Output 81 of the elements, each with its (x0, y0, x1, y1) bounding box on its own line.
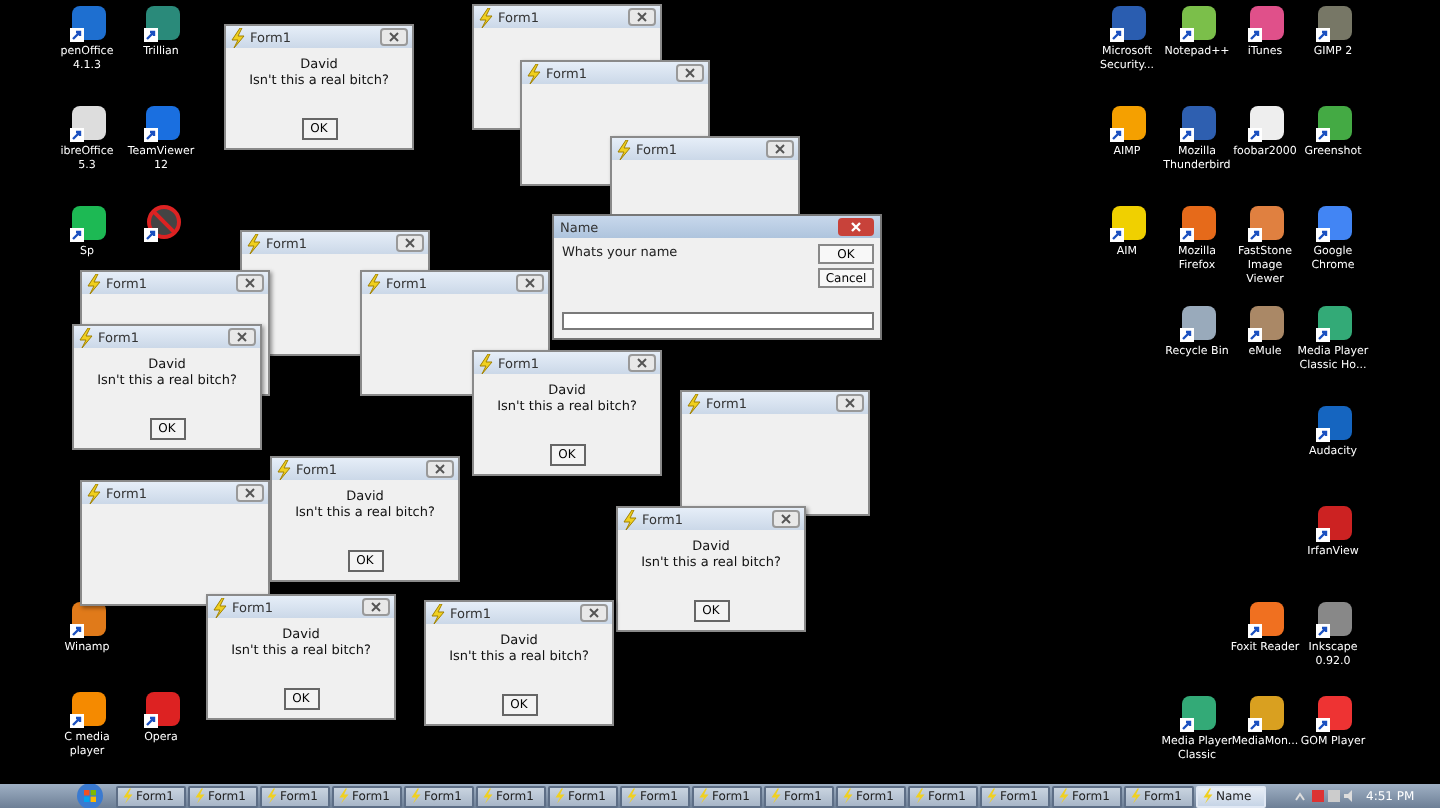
lightning-icon (410, 788, 422, 804)
tray-icons[interactable] (1294, 788, 1354, 804)
close-icon[interactable] (236, 274, 264, 292)
close-icon[interactable] (772, 510, 800, 528)
close-icon[interactable] (236, 484, 264, 502)
close-icon[interactable] (396, 234, 424, 252)
lightning-icon (616, 139, 632, 159)
shortcut-icon[interactable] (1107, 104, 1147, 144)
lightning-icon (86, 273, 102, 293)
close-icon[interactable] (838, 218, 874, 236)
lightning-icon (478, 7, 494, 27)
shortcut-icon[interactable] (1313, 504, 1353, 544)
shortcut-icon[interactable] (1245, 4, 1285, 44)
lightning-icon (78, 327, 94, 347)
lightning-icon (1130, 788, 1142, 804)
close-icon[interactable] (580, 604, 608, 622)
lightning-icon (554, 788, 566, 804)
lightning-icon (86, 483, 102, 503)
shortcut-icon[interactable] (141, 4, 181, 44)
shortcut-icon[interactable] (1107, 204, 1147, 244)
lightning-icon (1202, 788, 1214, 804)
shortcut-icon[interactable] (67, 204, 107, 244)
shortcut-icon[interactable] (1107, 4, 1147, 44)
close-icon[interactable] (766, 140, 794, 158)
lightning-icon (770, 788, 782, 804)
lightning-icon (698, 788, 710, 804)
close-icon[interactable] (628, 8, 656, 26)
lightning-icon (622, 509, 638, 529)
shortcut-icon[interactable] (1313, 104, 1353, 144)
close-icon[interactable] (628, 354, 656, 372)
lightning-icon (686, 393, 702, 413)
shortcut-icon[interactable] (1313, 600, 1353, 640)
shortcut-icon[interactable] (1313, 304, 1353, 344)
name-input-field[interactable] (562, 312, 874, 330)
shortcut-icon[interactable] (67, 600, 107, 640)
shortcut-icon[interactable] (1245, 104, 1285, 144)
close-icon[interactable] (836, 394, 864, 412)
lightning-icon (478, 353, 494, 373)
close-icon[interactable] (516, 274, 544, 292)
shortcut-icon[interactable] (1245, 694, 1285, 734)
shortcut-icon[interactable] (1313, 204, 1353, 244)
shortcut-icon[interactable] (141, 690, 181, 730)
shortcut-icon[interactable] (1245, 304, 1285, 344)
lightning-icon (266, 788, 278, 804)
shortcut-icon[interactable] (67, 690, 107, 730)
shortcut-icon[interactable] (1245, 600, 1285, 640)
lightning-icon (230, 27, 246, 47)
lightning-icon (526, 63, 542, 83)
shortcut-icon[interactable] (1245, 204, 1285, 244)
lightning-icon (366, 273, 382, 293)
shortcut-icon[interactable] (1313, 694, 1353, 734)
lightning-icon (986, 788, 998, 804)
prohibition-icon[interactable] (141, 204, 181, 244)
shortcut-icon[interactable] (1177, 204, 1217, 244)
lightning-icon (276, 459, 292, 479)
lightning-icon (122, 788, 134, 804)
shortcut-icon[interactable] (1177, 304, 1217, 344)
lightning-icon (338, 788, 350, 804)
lightning-icon (212, 597, 228, 617)
shortcut-icon[interactable] (141, 104, 181, 144)
close-icon[interactable] (676, 64, 704, 82)
lightning-icon (194, 788, 206, 804)
start-orb-icon[interactable] (76, 782, 104, 808)
lightning-icon (430, 603, 446, 623)
lightning-icon (482, 788, 494, 804)
lightning-icon (842, 788, 854, 804)
shortcut-icon[interactable] (1313, 4, 1353, 44)
shortcut-icon[interactable] (67, 104, 107, 144)
close-icon[interactable] (380, 28, 408, 46)
shortcut-icon[interactable] (67, 4, 107, 44)
shortcut-icon[interactable] (1313, 404, 1353, 444)
shortcut-icon[interactable] (1177, 104, 1217, 144)
close-icon[interactable] (228, 328, 256, 346)
lightning-icon (1058, 788, 1070, 804)
close-icon[interactable] (362, 598, 390, 616)
lightning-icon (626, 788, 638, 804)
lightning-icon (246, 233, 262, 253)
shortcut-icon[interactable] (1177, 694, 1217, 734)
close-icon[interactable] (426, 460, 454, 478)
shortcut-icon[interactable] (1177, 4, 1217, 44)
lightning-icon (914, 788, 926, 804)
